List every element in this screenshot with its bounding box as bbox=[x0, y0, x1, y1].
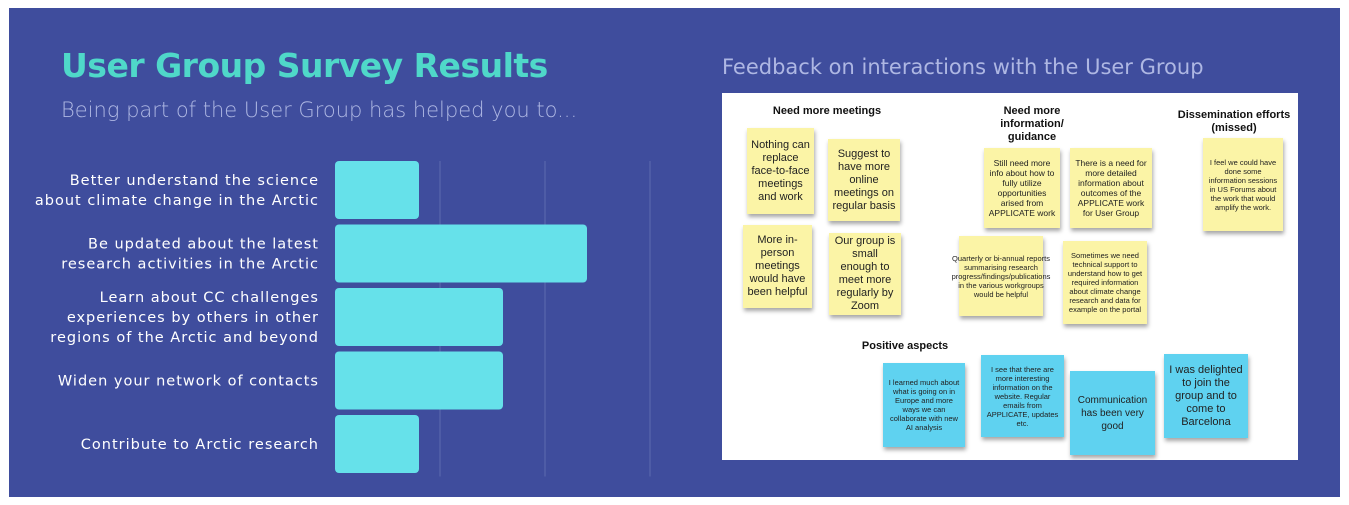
slide: User Group Survey Results Being part of … bbox=[9, 8, 1340, 497]
sticky-note: Communication has been very good bbox=[1070, 371, 1155, 455]
heading-need-more-information: Need more information/ guidance bbox=[1000, 105, 1064, 143]
sticky-note: I feel we could have done some informati… bbox=[1203, 138, 1283, 231]
bar bbox=[335, 288, 503, 346]
sticky-note-board: Need more meetings Need more information… bbox=[722, 93, 1298, 460]
sticky-note: Nothing can replace face-to-face meeting… bbox=[747, 128, 814, 214]
bar bbox=[335, 224, 587, 283]
sticky-note-text: I see that there are more interesting in… bbox=[986, 364, 1059, 428]
sticky-note-text: Still need more info about how to fully … bbox=[988, 158, 1056, 218]
sticky-note: Quarterly or bi-annual reports summarisi… bbox=[952, 236, 1050, 316]
bar bbox=[335, 415, 419, 473]
sticky-note-text: More in-person meetings would have been … bbox=[747, 234, 808, 298]
heading-positive-aspects: Positive aspects bbox=[861, 340, 949, 352]
sticky-note: I learned much about what is going on in… bbox=[883, 363, 965, 447]
sticky-note: Suggest to have more online meetings on … bbox=[828, 139, 900, 221]
category-label-line: regions of the Arctic and beyond bbox=[50, 330, 319, 346]
sticky-note-text: Nothing can replace face-to-face meeting… bbox=[751, 138, 810, 203]
sticky-note: Still need more info about how to fully … bbox=[984, 148, 1060, 228]
category-label-line: research activities in the Arctic bbox=[61, 257, 319, 273]
category-label-line: Widen your network of contacts bbox=[58, 374, 319, 390]
category-label: Learn about CC challenges experiences by … bbox=[50, 290, 319, 346]
sticky-note-text: I feel we could have done some informati… bbox=[1208, 157, 1278, 212]
sticky-note: Our group is small enough to meet more r… bbox=[829, 233, 901, 315]
sticky-note-text: Quarterly or bi-annual reports summarisi… bbox=[951, 253, 1051, 299]
category-label-line: about climate change in the Arctic bbox=[35, 193, 319, 209]
sticky-note-text: Suggest to have more online meetings on … bbox=[832, 147, 896, 212]
sticky-note: I was delighted to join the group and to… bbox=[1164, 354, 1248, 438]
category-label-line: Learn about CC challenges bbox=[100, 290, 319, 306]
sticky-note-text: Sometimes we need technical support to u… bbox=[1067, 251, 1143, 314]
category-label-line: Better understand the science bbox=[70, 173, 319, 189]
category-label: Contribute to Arctic research bbox=[81, 437, 319, 453]
heading-need-more-meetings: Need more meetings bbox=[772, 105, 882, 117]
category-label-line: Contribute to Arctic research bbox=[81, 437, 319, 453]
category-label: Better understand the science about clima… bbox=[35, 173, 319, 209]
sticky-note: There is a need for more detailed inform… bbox=[1070, 148, 1152, 228]
category-label-line: experiences by others in other bbox=[67, 310, 319, 326]
sticky-note-text: Communication has been very good bbox=[1077, 394, 1148, 432]
heading-dissemination-efforts: Dissemination efforts (missed) bbox=[1177, 109, 1291, 134]
category-label-line: Be updated about the latest bbox=[88, 237, 319, 253]
sticky-note-text: I was delighted to join the group and to… bbox=[1169, 363, 1243, 428]
sticky-note: I see that there are more interesting in… bbox=[981, 355, 1064, 437]
feedback-title: Feedback on interactions with the User G… bbox=[722, 55, 1204, 79]
sticky-note: More in-person meetings would have been … bbox=[743, 225, 812, 308]
sticky-note-text: Our group is small enough to meet more r… bbox=[834, 235, 896, 312]
sticky-note-text: I learned much about what is going on in… bbox=[888, 378, 960, 432]
category-label: Widen your network of contacts bbox=[58, 374, 319, 390]
bar bbox=[335, 351, 503, 410]
bar-chart: Better understand the science about clima… bbox=[35, 161, 651, 477]
bar bbox=[335, 161, 419, 219]
sticky-note: Sometimes we need technical support to u… bbox=[1063, 241, 1147, 324]
category-label: Be updated about the latest research acti… bbox=[61, 237, 319, 273]
labels-layer: Better understand the science about clima… bbox=[35, 173, 319, 453]
bars-layer bbox=[335, 161, 587, 473]
sticky-note-text: There is a need for more detailed inform… bbox=[1075, 158, 1147, 218]
